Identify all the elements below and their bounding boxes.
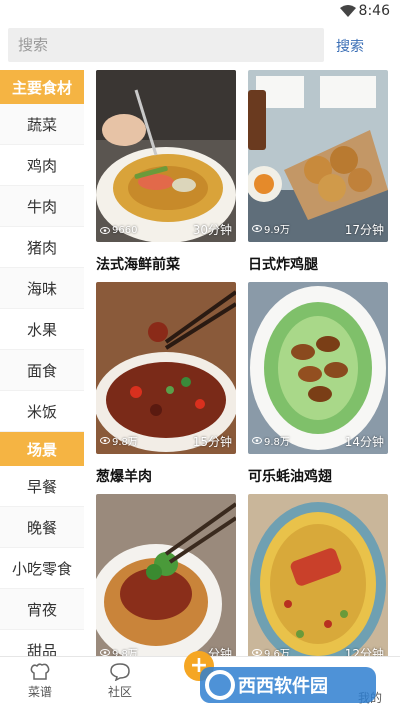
duration-label: 14分钟 — [344, 435, 384, 449]
sidebar-item-noodles[interactable]: 面食 — [0, 350, 84, 391]
recipe-thumbnail[interactable]: 9.9万 17分钟 — [248, 70, 388, 242]
eye-icon — [252, 437, 262, 444]
search-button[interactable]: 搜索 — [336, 36, 364, 56]
view-count: 9660 — [100, 225, 137, 236]
nav-recipes-label: 菜谱 — [27, 685, 52, 699]
recipe-card[interactable]: 9.8万 14分钟 可乐蚝油鸡翅 — [248, 282, 388, 486]
nav-community[interactable]: 社区 — [90, 663, 150, 700]
sidebar-item-beef[interactable]: 牛肉 — [0, 186, 84, 227]
nav-community-label: 社区 — [107, 685, 132, 699]
duration-label: 分钟 — [207, 647, 232, 656]
section-header-ingredients[interactable]: 主要食材 — [0, 70, 84, 104]
duration-label: 17分钟 — [344, 223, 384, 237]
sidebar-item-rice[interactable]: 米饭 — [0, 391, 84, 432]
recipe-grid: 9660 30分钟 法式海鲜前菜 9.9万 17分钟 日式炸鸡腿 9.8万 15… — [92, 70, 396, 656]
eye-icon — [100, 649, 110, 656]
recipe-thumbnail[interactable]: 9.8万 15分钟 — [96, 282, 236, 454]
wifi-icon — [340, 5, 356, 17]
recipe-name[interactable]: 日式炸鸡腿 — [248, 254, 388, 274]
eye-icon — [252, 649, 262, 656]
sidebar-item-breakfast[interactable]: 早餐 — [0, 466, 84, 507]
sidebar-item-dinner[interactable]: 晚餐 — [0, 507, 84, 548]
view-count: 9.8万 — [252, 433, 290, 448]
svg-text:西西软件园: 西西软件园 — [238, 675, 328, 697]
recipe-name[interactable]: 可乐蚝油鸡翅 — [248, 466, 388, 486]
view-count: 9.9万 — [252, 221, 290, 236]
recipe-card[interactable]: 9.8万 分钟 — [96, 494, 236, 656]
view-count: 9.8万 — [100, 433, 138, 448]
recipe-name[interactable]: 葱爆羊肉 — [96, 466, 236, 486]
eye-icon — [100, 437, 110, 444]
recipe-card[interactable]: 9.8万 15分钟 葱爆羊肉 — [96, 282, 236, 486]
sidebar-item-snacks[interactable]: 小吃零食 — [0, 548, 84, 589]
status-time: 8:46 — [358, 3, 390, 19]
recipe-card[interactable]: 9.6万 12分钟 — [248, 494, 388, 656]
chat-bubble-icon — [110, 663, 130, 681]
recipe-thumbnail[interactable]: 9.6万 12分钟 — [248, 494, 388, 656]
sidebar-item-late-night[interactable]: 宵夜 — [0, 589, 84, 630]
status-bar: 8:46 — [0, 0, 400, 22]
category-sidebar: 主要食材 蔬菜 鸡肉 牛肉 猪肉 海味 水果 面食 米饭 场景 早餐 晚餐 小吃… — [0, 70, 84, 656]
sidebar-item-vegetables[interactable]: 蔬菜 — [0, 104, 84, 145]
recipe-thumbnail[interactable]: 9.8万 14分钟 — [248, 282, 388, 454]
duration-label: 30分钟 — [192, 223, 232, 237]
recipe-card[interactable]: 9660 30分钟 法式海鲜前菜 — [96, 70, 236, 274]
sidebar-item-seafood[interactable]: 海味 — [0, 268, 84, 309]
eye-icon — [252, 225, 262, 232]
search-input[interactable] — [8, 28, 324, 62]
bottom-nav: 菜谱 社区 + 我的 西西软件园 — [0, 651, 400, 712]
view-count: 9.8万 — [100, 645, 138, 656]
recipe-card[interactable]: 9.9万 17分钟 日式炸鸡腿 — [248, 70, 388, 274]
section-header-scenes[interactable]: 场景 — [0, 432, 84, 466]
sidebar-item-chicken[interactable]: 鸡肉 — [0, 145, 84, 186]
view-count: 9.6万 — [252, 645, 290, 656]
sidebar-item-pork[interactable]: 猪肉 — [0, 227, 84, 268]
recipe-name[interactable]: 法式海鲜前菜 — [96, 254, 236, 274]
sidebar-item-fruit[interactable]: 水果 — [0, 309, 84, 350]
eye-icon — [100, 227, 110, 234]
chef-hat-icon — [30, 663, 50, 680]
sidebar-item-dessert[interactable]: 甜品 — [0, 630, 84, 656]
recipe-thumbnail[interactable]: 9.8万 分钟 — [96, 494, 236, 656]
duration-label: 15分钟 — [192, 435, 232, 449]
duration-label: 12分钟 — [344, 647, 384, 656]
watermark-logo: 西西软件园 — [200, 665, 380, 705]
recipe-thumbnail[interactable]: 9660 30分钟 — [96, 70, 236, 242]
nav-recipes[interactable]: 菜谱 — [10, 663, 70, 700]
